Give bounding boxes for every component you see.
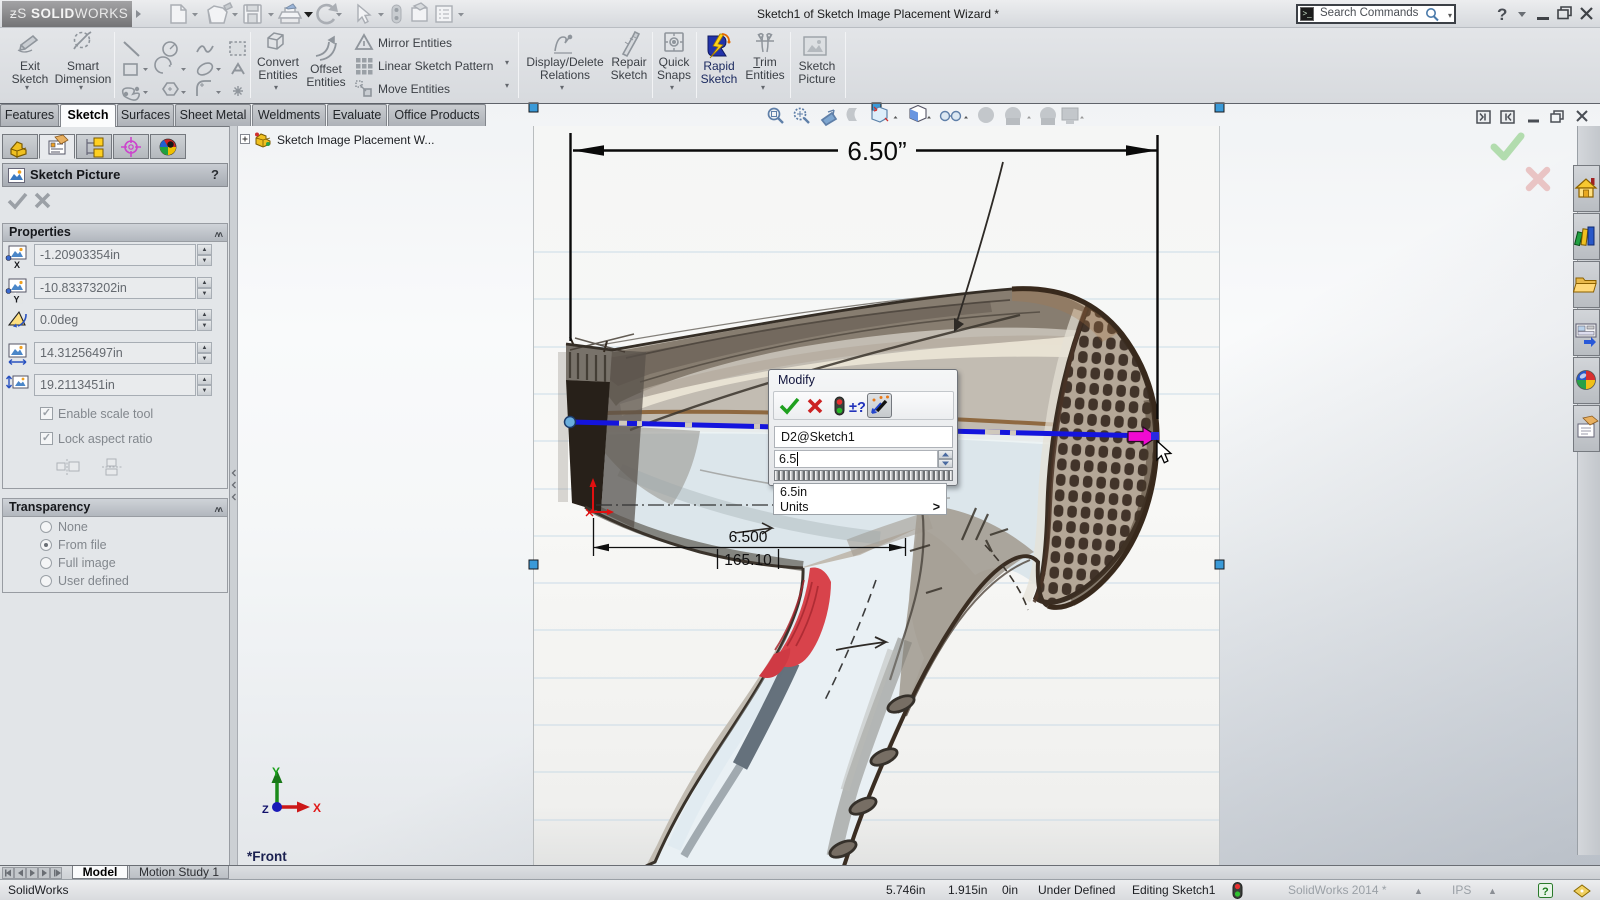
svg-text:165.10: 165.10 bbox=[724, 552, 772, 569]
svg-text:Y: Y bbox=[14, 295, 20, 305]
svg-text:6.500: 6.500 bbox=[729, 529, 768, 546]
svg-text:Y: Y bbox=[272, 765, 280, 779]
svg-text:±?: ±? bbox=[849, 400, 866, 416]
svg-text:X: X bbox=[313, 801, 321, 815]
svg-text:X: X bbox=[14, 260, 20, 270]
svg-text:*Front: *Front bbox=[247, 849, 287, 864]
svg-text:Z: Z bbox=[262, 804, 269, 816]
svg-text:?: ? bbox=[1497, 5, 1507, 24]
svg-text:?: ? bbox=[1542, 886, 1549, 898]
svg-text:6.50”: 6.50” bbox=[847, 136, 906, 166]
